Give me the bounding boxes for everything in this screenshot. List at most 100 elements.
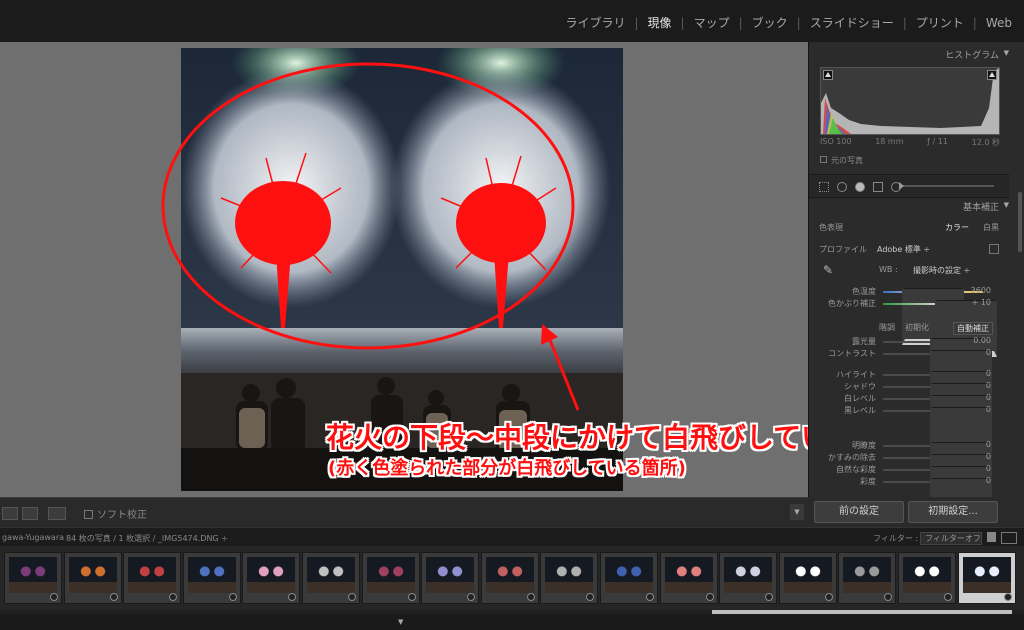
highlight-clipping-warning-icon[interactable] [987, 70, 997, 80]
yy-view-icon[interactable] [48, 507, 66, 520]
tint-value[interactable]: + 10 [972, 298, 991, 307]
edited-badge-icon [526, 593, 535, 601]
filmstrip-thumbnail[interactable] [242, 552, 301, 604]
exposure-track[interactable] [883, 338, 992, 395]
thumbnail-image [366, 557, 415, 593]
temp-value[interactable]: 3600 [971, 286, 991, 295]
module-tab-3[interactable]: ブック [750, 14, 790, 31]
tone-reset-button[interactable]: 初期化 [905, 322, 929, 333]
thumbnail-image [545, 557, 594, 593]
exposure-value[interactable]: 0.00 [973, 336, 991, 345]
histogram-title[interactable]: ヒストグラム [945, 48, 999, 61]
filmstrip-source[interactable]: gawa-Yugawara [2, 533, 64, 542]
bottom-collapse-icon[interactable]: ▼ [398, 618, 403, 626]
loupe-view-icon[interactable] [2, 507, 18, 520]
filmstrip-thumbnail[interactable] [719, 552, 778, 604]
whites-value[interactable]: 0 [986, 393, 991, 402]
histogram-collapse-icon[interactable]: ▼ [1004, 49, 1009, 57]
basic-collapse-icon[interactable]: ▼ [1004, 201, 1009, 209]
basic-panel-title[interactable]: 基本補正 [963, 200, 999, 213]
dehaze-value[interactable]: 0 [986, 452, 991, 461]
wb-label: WB : [879, 265, 898, 274]
highlights-value[interactable]: 0 [986, 369, 991, 378]
contrast-track[interactable] [883, 350, 992, 407]
filmstrip-thumbnail[interactable] [302, 552, 360, 604]
filmstrip-thumbnail[interactable] [4, 552, 62, 604]
dehaze-track[interactable] [883, 454, 992, 511]
original-photo-checkbox[interactable] [820, 156, 827, 163]
filmstrip-thumbnail[interactable] [659, 552, 718, 604]
module-tab-2[interactable]: マップ [692, 14, 732, 31]
shadows-value[interactable]: 0 [986, 381, 991, 390]
edited-badge-icon [228, 593, 237, 601]
saturation-track[interactable] [883, 478, 992, 535]
panel-scrollbar[interactable] [1018, 192, 1022, 252]
wb-select[interactable]: 撮影時の設定 ÷ [913, 265, 970, 276]
soft-proof-toggle[interactable]: ソフト校正 [84, 506, 147, 521]
filmstrip-thumbnail[interactable] [182, 552, 241, 604]
shadow-clipping-warning-icon[interactable] [823, 70, 833, 80]
module-tab-0[interactable]: ライブラリ [563, 14, 627, 31]
module-tab-1[interactable]: 現像 [646, 14, 674, 31]
filter-lock-icon[interactable] [987, 532, 996, 542]
saturation-value[interactable]: 0 [986, 476, 991, 485]
filmstrip-thumbnail[interactable] [421, 552, 480, 604]
thumbnail-image [903, 557, 951, 593]
module-tab-5[interactable]: プリント [914, 14, 966, 31]
contrast-value[interactable]: 0 [986, 348, 991, 357]
filmstrip-toggle-icon[interactable] [1001, 532, 1017, 544]
filmstrip-thumbnail[interactable] [540, 552, 599, 604]
filmstrip-thumbnail[interactable] [361, 552, 420, 604]
module-separator: | [972, 15, 977, 30]
crop-icon[interactable] [819, 182, 829, 192]
highlights-label: ハイライト [836, 370, 876, 379]
original-photo-toggle[interactable]: 元の写真 [820, 155, 863, 166]
filmstrip-thumbnail[interactable] [63, 552, 122, 604]
before-after-icon[interactable] [22, 507, 38, 520]
vibrance-value[interactable]: 0 [986, 464, 991, 473]
filmstrip-info[interactable]: 84 枚の写真 / 1 枚選択 / _IMG5474.DNG ÷ [66, 533, 228, 544]
module-bar: ライブラリ | 現像 | マップ | ブック | スライドショー | プリント | Web [0, 0, 1024, 42]
wb-eyedropper-icon[interactable]: ✎ [823, 263, 833, 277]
filmstrip-thumbnail[interactable] [778, 552, 837, 604]
filmstrip-thumbnail[interactable] [957, 552, 1016, 604]
filmstrip-thumbnail[interactable] [600, 552, 658, 604]
blacks-track[interactable] [883, 407, 992, 464]
exposure-label: 露光量 [852, 337, 876, 346]
treatment-bw-button[interactable]: 白黒 [983, 222, 999, 233]
bottom-panel-toggle[interactable]: ▼ [0, 614, 1024, 630]
vibrance-track[interactable] [883, 466, 992, 523]
toolbar-menu-chevron-icon[interactable]: ▼ [790, 504, 804, 520]
shadows-track[interactable] [883, 383, 992, 440]
graduated-filter-icon[interactable] [873, 182, 883, 192]
module-tab-4[interactable]: スライドショー [808, 14, 896, 31]
thumbnail-image [605, 557, 653, 593]
profile-select[interactable]: Adobe 標準 ÷ [877, 244, 930, 255]
clarity-track[interactable] [883, 442, 992, 499]
reset-button[interactable]: 初期設定... [908, 501, 998, 523]
tint-track[interactable] [883, 300, 997, 357]
highlights-track[interactable] [883, 371, 992, 428]
filmstrip-thumbnail[interactable] [480, 552, 539, 604]
soft-proof-checkbox[interactable] [84, 510, 93, 519]
module-separator: | [796, 15, 801, 30]
brush-slider-knob[interactable] [899, 182, 904, 190]
brush-slider[interactable] [899, 182, 994, 190]
filmstrip-thumbnail[interactable] [898, 552, 956, 604]
profile-browser-icon[interactable] [989, 244, 999, 254]
auto-tone-button[interactable]: 自動補正 [953, 322, 993, 335]
filmstrip-thumbnail[interactable] [838, 552, 897, 604]
treatment-color-button[interactable]: カラー [945, 222, 969, 233]
edited-badge-icon [169, 593, 178, 601]
module-tab-6[interactable]: Web [984, 16, 1014, 30]
temp-track[interactable] [883, 288, 983, 345]
filmstrip-thumbnail[interactable] [123, 552, 182, 604]
filter-select[interactable]: フィルターオフ ÷ [920, 532, 982, 554]
red-eye-icon[interactable] [855, 182, 865, 192]
spot-removal-icon[interactable] [837, 182, 847, 192]
blacks-value[interactable]: 0 [986, 405, 991, 414]
edited-badge-icon [109, 593, 118, 601]
whites-track[interactable] [883, 395, 992, 452]
previous-settings-button[interactable]: 前の設定 [814, 501, 904, 523]
clarity-value[interactable]: 0 [986, 440, 991, 449]
